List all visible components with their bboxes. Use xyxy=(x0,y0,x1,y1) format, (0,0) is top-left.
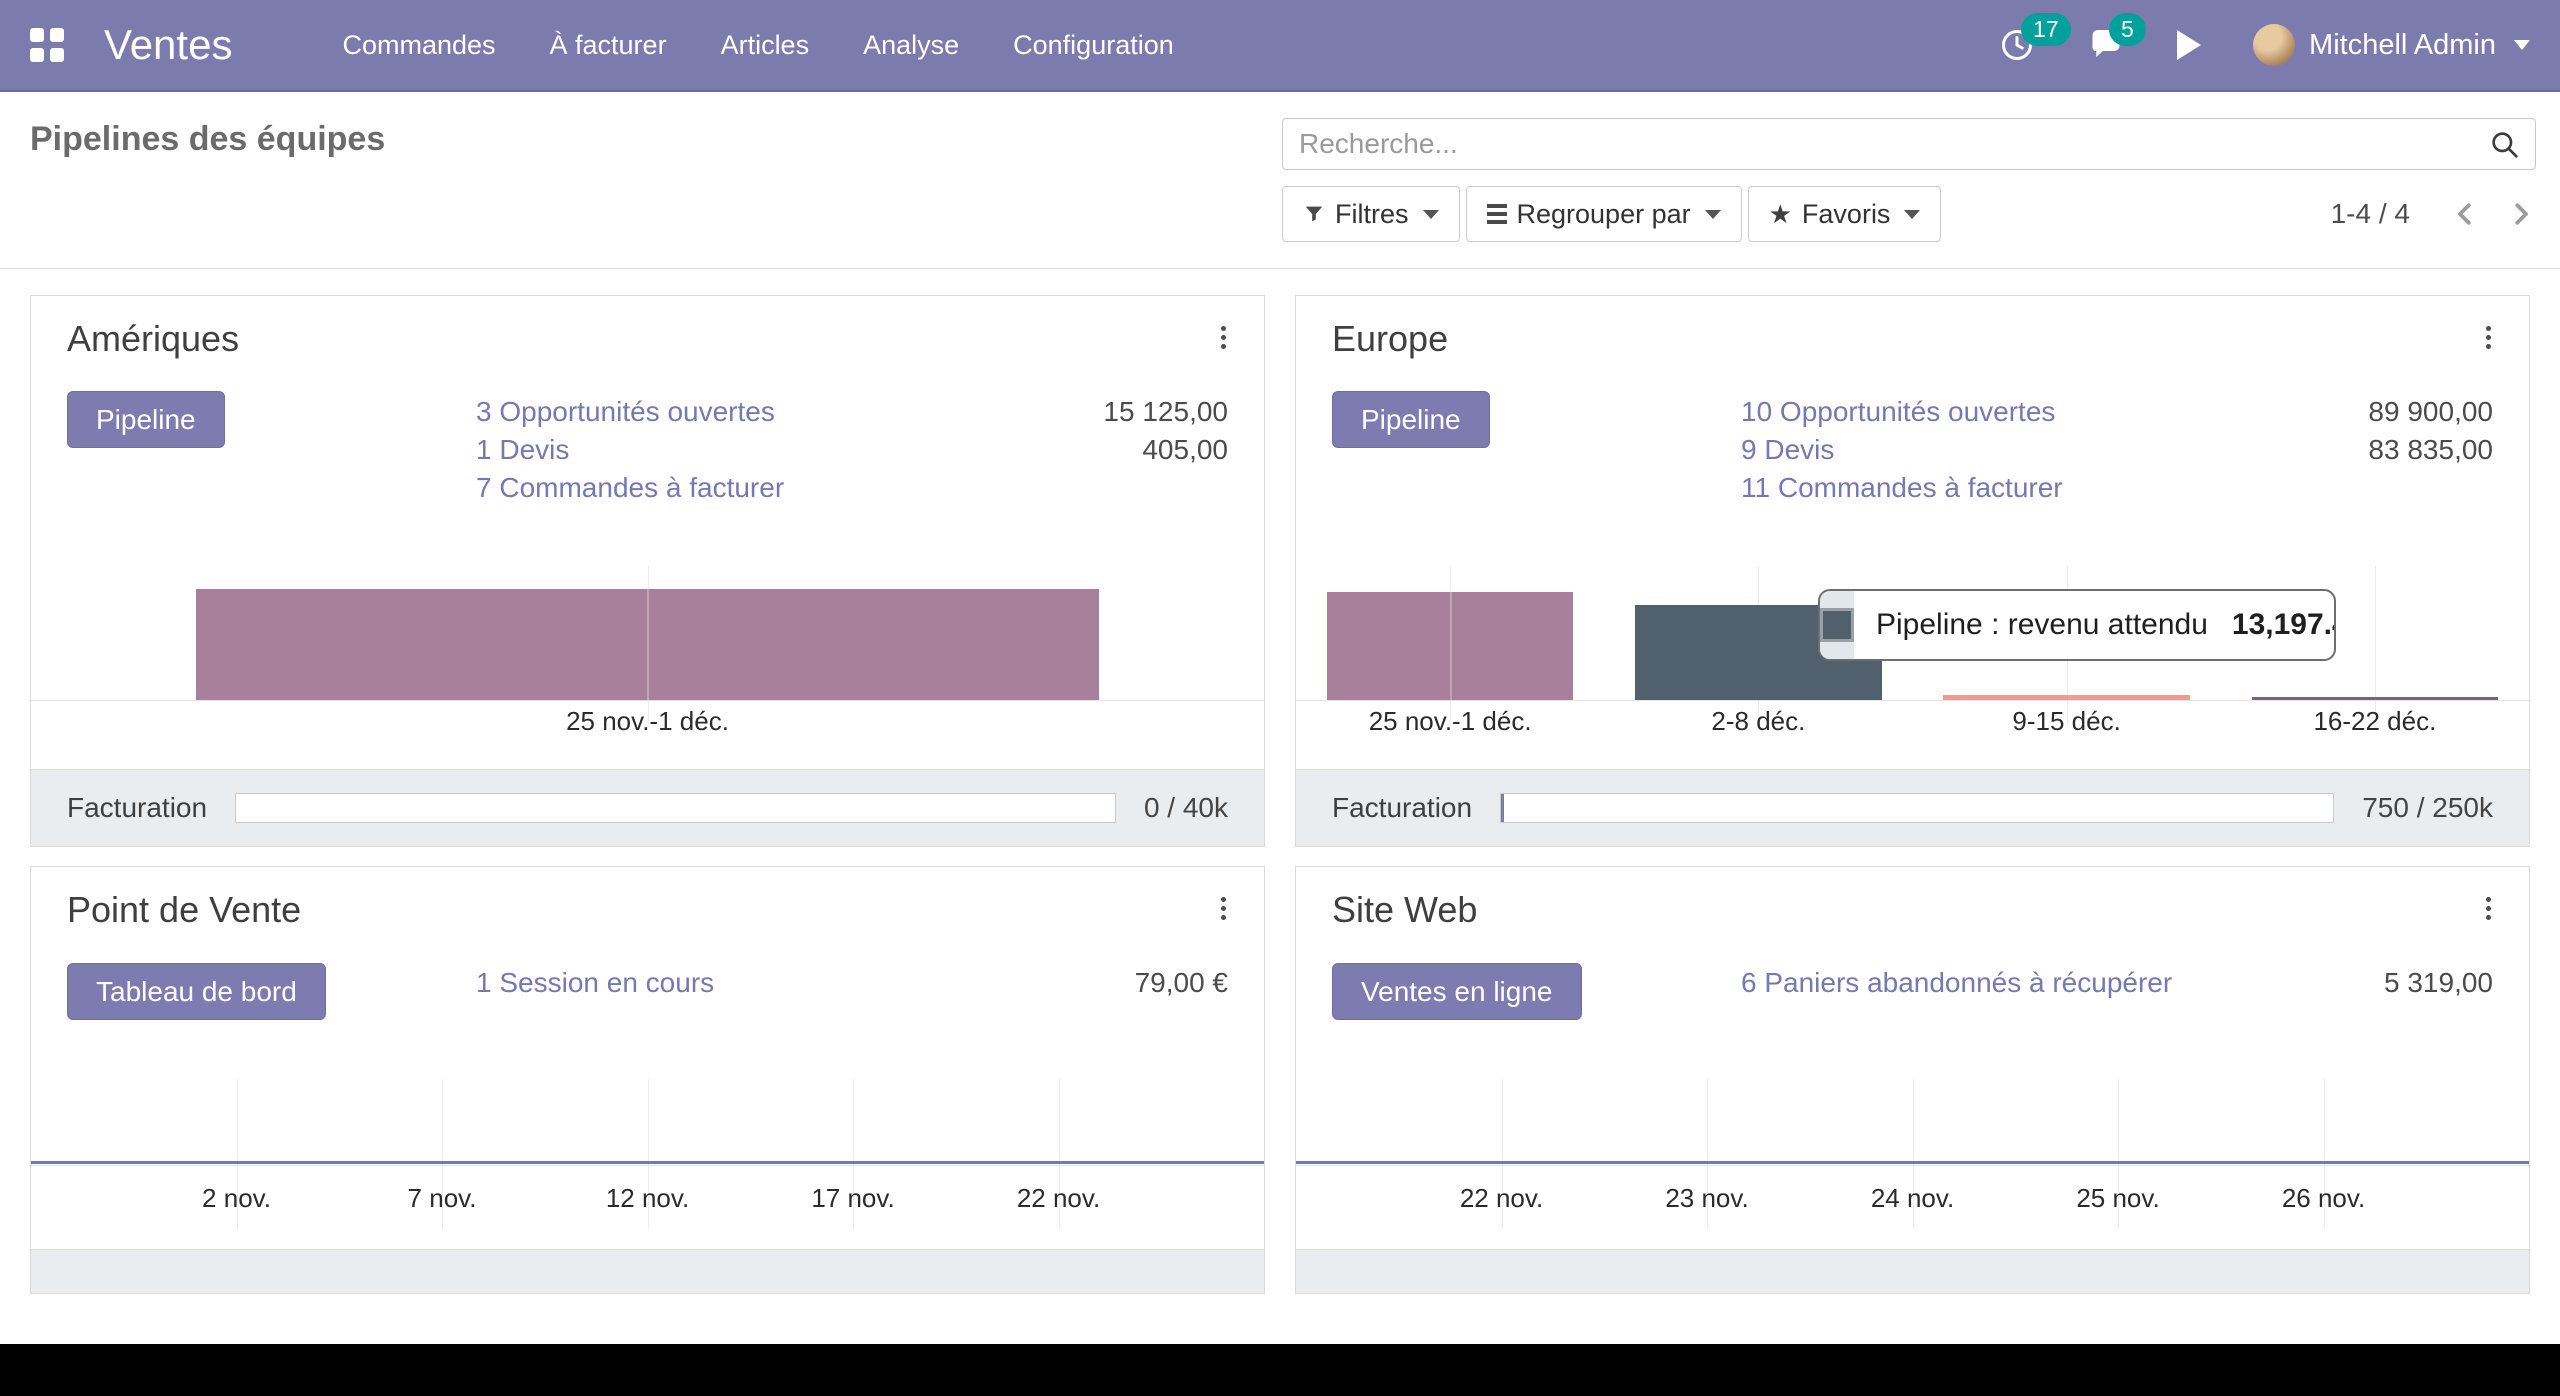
pipeline-bar-chart[interactable]: 25 nov.-1 déc. xyxy=(31,566,1264,743)
facturation-value: 0 / 40k xyxy=(1144,792,1228,824)
tooltip-value: 13,197.40 xyxy=(2232,608,2336,642)
link-session-en-cours[interactable]: 1 Session en cours xyxy=(476,964,714,1002)
facturation-line-chart[interactable]: 22 nov.23 nov.24 nov.25 nov.26 nov. xyxy=(1296,1079,2529,1239)
facturation-label: Facturation xyxy=(1332,792,1472,824)
stat-links: 1 Session en cours xyxy=(476,964,714,1002)
apps-grid-icon[interactable] xyxy=(30,28,64,62)
activities-badge: 17 xyxy=(2021,13,2071,46)
team-card-site-web: Site Web Ventes en ligne 6 Paniers aband… xyxy=(1295,866,2530,1294)
facturation-progress xyxy=(235,793,1116,823)
chevron-down-icon xyxy=(1705,210,1721,219)
link-paniers-abandonnes[interactable]: 6 Paniers abandonnés à récupérer xyxy=(1741,964,2172,1002)
favorites-button[interactable]: ★ Favoris xyxy=(1748,186,1942,242)
team-card-europe: Europe Pipeline 10 Opportunités ouvertes… xyxy=(1295,295,2530,847)
user-name: Mitchell Admin xyxy=(2309,29,2496,62)
main-menu: Commandes À facturer Articles Analyse Co… xyxy=(342,30,1173,61)
search-icon[interactable] xyxy=(2489,129,2521,166)
chevron-down-icon xyxy=(1423,210,1439,219)
facturation-footer: Facturation 750 / 250k xyxy=(1296,769,2529,846)
play-icon[interactable] xyxy=(2177,30,2201,60)
kebab-menu-icon[interactable] xyxy=(2480,320,2497,355)
facturation-footer: Facturation 0 / 40k xyxy=(31,769,1264,846)
dashboard-button[interactable]: Tableau de bord xyxy=(67,963,326,1020)
link-opportunites[interactable]: 10 Opportunités ouvertes xyxy=(1741,393,2063,431)
activity-clock-icon[interactable]: 17 xyxy=(1999,27,2035,63)
pager-prev-icon[interactable] xyxy=(2450,199,2480,229)
tooltip-swatch xyxy=(1820,591,1854,659)
pager: 1-4 / 4 xyxy=(2331,186,2536,242)
kebab-menu-icon[interactable] xyxy=(1215,891,1232,926)
messages-badge: 5 xyxy=(2109,13,2146,46)
menu-item-a-facturer[interactable]: À facturer xyxy=(550,30,667,61)
online-sales-button[interactable]: Ventes en ligne xyxy=(1332,963,1582,1020)
search-box xyxy=(1282,118,2536,170)
top-navbar: Ventes Commandes À facturer Articles Ana… xyxy=(0,0,2560,92)
stat-amounts: 89 900,00 83 835,00 xyxy=(2368,393,2493,469)
menu-item-analyse[interactable]: Analyse xyxy=(863,30,959,61)
dashboard: Amériques Pipeline 3 Opportunités ouvert… xyxy=(0,269,2560,1294)
pipeline-button[interactable]: Pipeline xyxy=(1332,391,1490,448)
user-menu[interactable]: Mitchell Admin xyxy=(2253,24,2530,66)
systray: 17 5 Mitchell Admin xyxy=(1999,24,2530,66)
control-panel: Pipelines des équipes Filtres Regrouper … xyxy=(0,92,2560,269)
chart-tooltip: Pipeline : revenu attendu 13,197.40 xyxy=(1818,589,2336,661)
menu-item-commandes[interactable]: Commandes xyxy=(342,30,495,61)
group-by-icon xyxy=(1487,204,1507,224)
link-devis[interactable]: 9 Devis xyxy=(1741,431,2063,469)
messages-icon[interactable]: 5 xyxy=(2087,27,2125,63)
card-footer xyxy=(31,1249,1264,1293)
pager-next-icon[interactable] xyxy=(2506,199,2536,229)
link-devis[interactable]: 1 Devis xyxy=(476,431,784,469)
stat-amounts: 15 125,00 405,00 xyxy=(1103,393,1228,469)
facturation-value: 750 / 250k xyxy=(2362,792,2493,824)
chevron-down-icon xyxy=(1904,210,1920,219)
chevron-down-icon xyxy=(2514,40,2530,50)
stat-links: 10 Opportunités ouvertes 9 Devis 11 Comm… xyxy=(1741,393,2063,507)
card-title: Point de Vente xyxy=(67,889,301,931)
search-input[interactable] xyxy=(1283,119,2535,169)
facturation-label: Facturation xyxy=(67,792,207,824)
filter-funnel-icon xyxy=(1303,203,1325,225)
card-title: Europe xyxy=(1332,318,1448,360)
group-by-button[interactable]: Regrouper par xyxy=(1466,186,1742,242)
favorites-star-icon: ★ xyxy=(1769,201,1792,227)
facturation-progress xyxy=(1500,793,2334,823)
link-opportunites[interactable]: 3 Opportunités ouvertes xyxy=(476,393,784,431)
card-title: Site Web xyxy=(1332,889,1477,931)
kebab-menu-icon[interactable] xyxy=(2480,891,2497,926)
stat-links: 3 Opportunités ouvertes 1 Devis 7 Comman… xyxy=(476,393,784,507)
tooltip-label: Pipeline : revenu attendu xyxy=(1876,608,2208,642)
facturation-line-chart[interactable]: 2 nov.7 nov.12 nov.17 nov.22 nov. xyxy=(31,1079,1264,1239)
card-footer xyxy=(1296,1249,2529,1293)
menu-item-articles[interactable]: Articles xyxy=(721,30,810,61)
page-title: Pipelines des équipes xyxy=(30,120,385,159)
link-commandes-a-facturer[interactable]: 11 Commandes à facturer xyxy=(1741,469,2063,507)
team-card-ameriques: Amériques Pipeline 3 Opportunités ouvert… xyxy=(30,295,1265,847)
bottom-letterbox xyxy=(0,1344,2560,1396)
filter-button-row: Filtres Regrouper par ★ Favoris xyxy=(1282,186,1941,242)
pipeline-button[interactable]: Pipeline xyxy=(67,391,225,448)
card-title: Amériques xyxy=(67,318,239,360)
filters-button[interactable]: Filtres xyxy=(1282,186,1460,242)
team-card-point-de-vente: Point de Vente Tableau de bord 1 Session… xyxy=(30,866,1265,1294)
menu-item-configuration[interactable]: Configuration xyxy=(1013,30,1174,61)
pager-text: 1-4 / 4 xyxy=(2331,198,2410,230)
stat-links: 6 Paniers abandonnés à récupérer xyxy=(1741,964,2172,1002)
stat-amounts: 79,00 € xyxy=(1135,964,1228,1002)
kebab-menu-icon[interactable] xyxy=(1215,320,1232,355)
app-brand[interactable]: Ventes xyxy=(104,21,232,69)
link-commandes-a-facturer[interactable]: 7 Commandes à facturer xyxy=(476,469,784,507)
avatar xyxy=(2253,24,2295,66)
stat-amounts: 5 319,00 xyxy=(2384,964,2493,1002)
